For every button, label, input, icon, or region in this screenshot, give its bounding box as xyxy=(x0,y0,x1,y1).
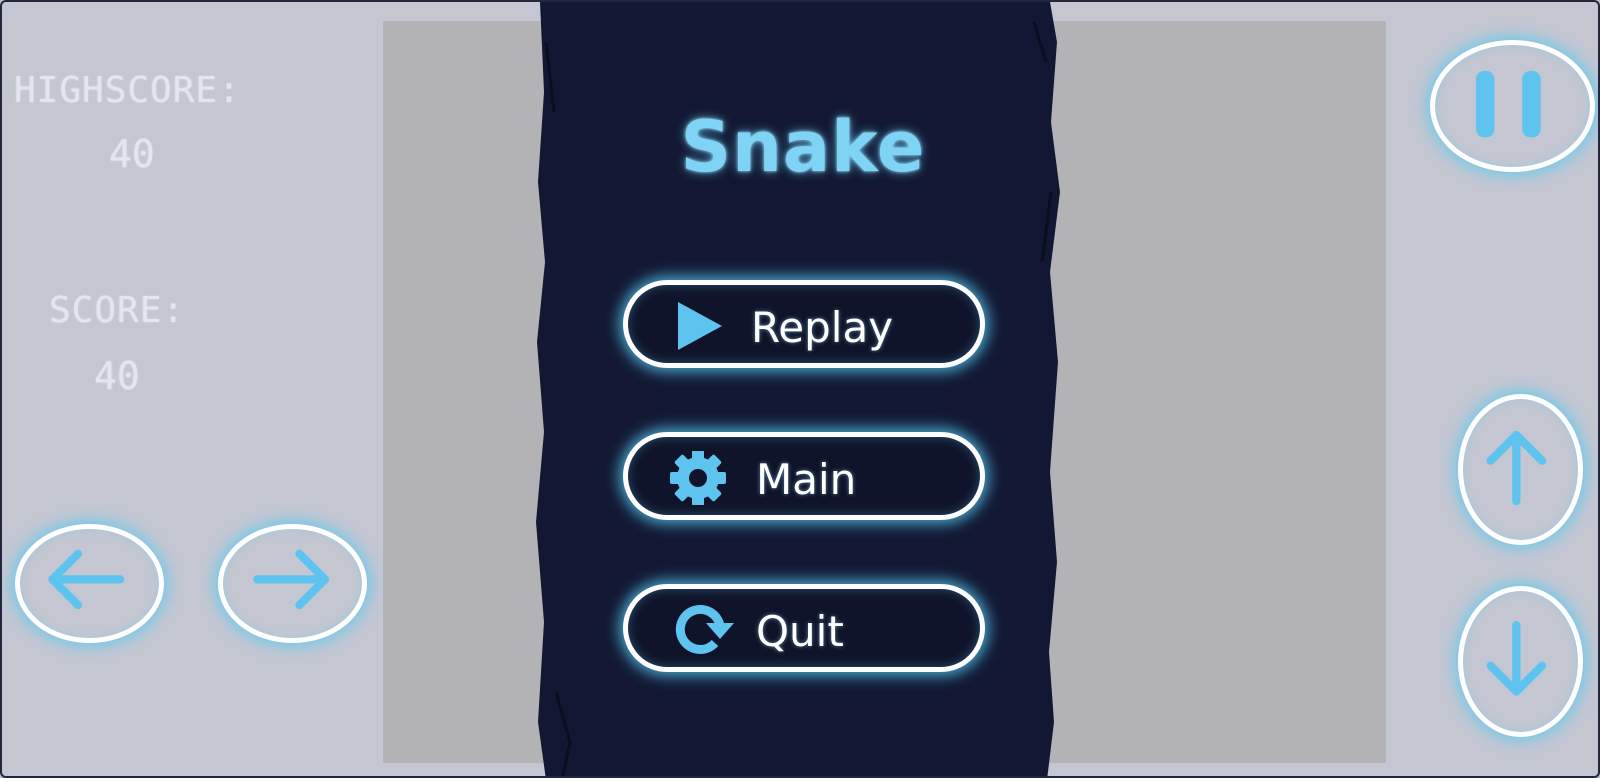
arrow-right-icon xyxy=(253,549,330,610)
replay-button[interactable]: Replay xyxy=(623,280,985,368)
game-screen: HIGHSCORE: 40 SCORE: 40 Snake Replay Mai… xyxy=(0,0,1600,778)
arrow-down-icon xyxy=(1486,621,1547,696)
pause-icon xyxy=(1475,70,1541,138)
score-label: SCORE: xyxy=(49,290,186,331)
move-right-button[interactable] xyxy=(218,524,367,643)
gear-icon xyxy=(670,451,726,505)
quit-label: Quit xyxy=(756,607,844,656)
move-up-button[interactable] xyxy=(1458,394,1583,545)
replay-label: Replay xyxy=(751,303,894,352)
score-value: 40 xyxy=(94,354,140,398)
move-left-button[interactable] xyxy=(15,524,164,643)
pause-menu-panel: Snake Replay Main Quit xyxy=(536,2,1070,776)
arrow-left-icon xyxy=(48,549,125,610)
pause-button[interactable] xyxy=(1430,40,1595,172)
move-down-button[interactable] xyxy=(1458,586,1583,737)
play-icon xyxy=(678,302,722,350)
refresh-icon xyxy=(675,605,734,654)
menu-title: Snake xyxy=(680,106,926,188)
quit-button[interactable]: Quit xyxy=(623,584,985,672)
main-label: Main xyxy=(756,455,857,504)
highscore-value: 40 xyxy=(109,132,155,176)
main-button[interactable]: Main xyxy=(623,432,985,520)
highscore-label: HIGHSCORE: xyxy=(14,70,241,111)
arrow-up-icon xyxy=(1486,430,1547,506)
